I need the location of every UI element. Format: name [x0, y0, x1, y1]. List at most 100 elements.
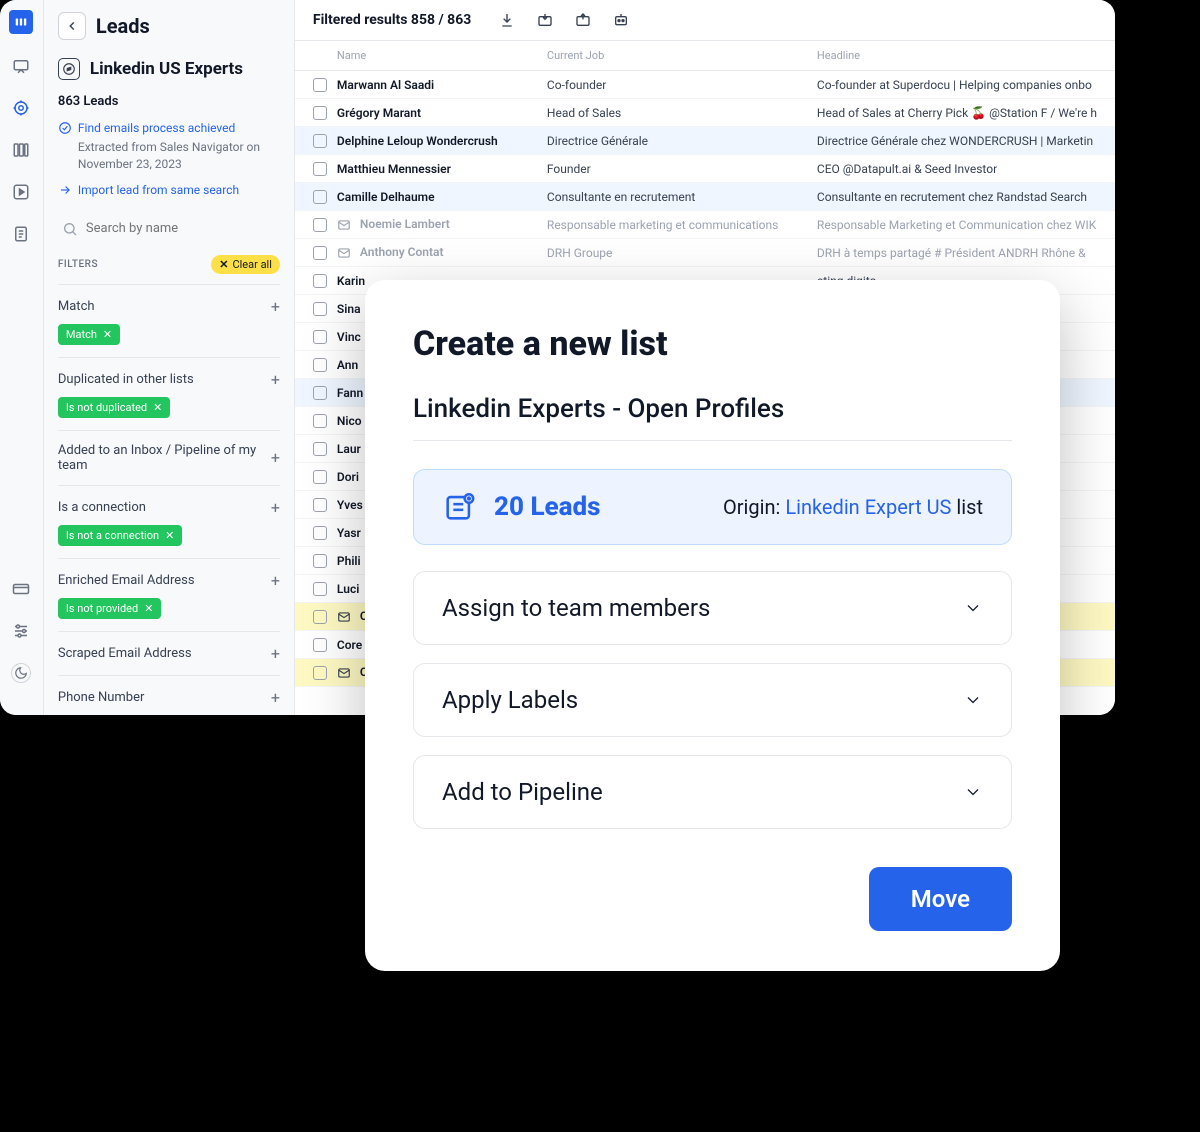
row-checkbox[interactable]: [313, 274, 327, 288]
clear-all-chip[interactable]: ✕ Clear all: [211, 255, 280, 274]
remove-tag-icon[interactable]: ✕: [165, 529, 174, 542]
plus-icon[interactable]: +: [271, 688, 280, 707]
row-checkbox[interactable]: [313, 554, 327, 568]
row-checkbox[interactable]: [313, 442, 327, 456]
import-text: Import lead from same search: [78, 183, 239, 197]
filter-row[interactable]: Duplicated in other lists+: [58, 370, 280, 389]
plus-icon[interactable]: +: [271, 370, 280, 389]
rail-columns-icon[interactable]: [11, 140, 31, 160]
row-checkbox[interactable]: [313, 358, 327, 372]
row-checkbox[interactable]: [313, 470, 327, 484]
cell-job: Co-founder: [547, 78, 817, 92]
envelope-icon: [337, 666, 351, 680]
modal-lead-count: 20 Leads: [494, 492, 600, 522]
search-input[interactable]: [86, 221, 276, 236]
filter-tag[interactable]: Match✕: [58, 324, 120, 345]
filter-row[interactable]: Phone Number+: [58, 688, 280, 707]
table-row[interactable]: Anthony ContatDRH GroupeDRH à temps part…: [295, 239, 1115, 267]
filter-row[interactable]: Added to an Inbox / Pipeline of my team+: [58, 443, 280, 473]
row-checkbox[interactable]: [313, 78, 327, 92]
cell-headline: Head of Sales at Cherry Pick 🍒 @Station …: [817, 106, 1097, 120]
filter-label: Is a connection: [58, 500, 146, 515]
table-row[interactable]: Delphine Leloup WondercrushDirectrice Gé…: [295, 127, 1115, 155]
table-row[interactable]: Noemie LambertResponsable marketing et c…: [295, 211, 1115, 239]
table-row[interactable]: Grégory MarantHead of SalesHead of Sales…: [295, 99, 1115, 127]
row-checkbox[interactable]: [313, 330, 327, 344]
rail-chat-icon[interactable]: [11, 56, 31, 76]
rail-target-icon[interactable]: [11, 98, 31, 118]
origin-text: Origin: Linkedin Expert US list: [723, 495, 983, 519]
app-logo[interactable]: [9, 10, 33, 34]
move-button[interactable]: Move: [869, 867, 1012, 931]
filter-group: Duplicated in other lists+ Is not duplica…: [58, 357, 280, 430]
filter-row[interactable]: Is a connection +: [58, 498, 280, 517]
row-checkbox[interactable]: [313, 162, 327, 176]
check-circle-icon: [58, 121, 72, 135]
row-checkbox[interactable]: [313, 190, 327, 204]
row-checkbox[interactable]: [313, 638, 327, 652]
sidebar-title: Leads: [96, 14, 150, 38]
rail-document-icon[interactable]: [11, 224, 31, 244]
download-icon[interactable]: [497, 10, 517, 30]
plus-icon[interactable]: +: [271, 297, 280, 316]
filter-row[interactable]: Scraped Email Address+: [58, 644, 280, 663]
row-checkbox[interactable]: [313, 106, 327, 120]
origin-link[interactable]: Linkedin Expert US: [785, 495, 951, 519]
row-checkbox[interactable]: [313, 246, 327, 260]
filter-label: Added to an Inbox / Pipeline of my team: [58, 443, 271, 473]
row-checkbox[interactable]: [313, 666, 327, 680]
filter-row[interactable]: Match+: [58, 297, 280, 316]
row-checkbox[interactable]: [313, 134, 327, 148]
extracted-text: Extracted from Sales Navigator on Novemb…: [78, 139, 280, 173]
apply-labels-section[interactable]: Apply Labels: [413, 663, 1012, 737]
row-checkbox[interactable]: [313, 302, 327, 316]
table-row[interactable]: Matthieu MennessierFounderCEO @Datapult.…: [295, 155, 1115, 183]
filter-row[interactable]: Enriched Email Address +: [58, 571, 280, 590]
row-checkbox[interactable]: [313, 386, 327, 400]
header-job[interactable]: Current Job: [547, 49, 817, 62]
filter-group: Match+ Match✕: [58, 284, 280, 357]
cell-name: Camille Delhaume: [337, 190, 547, 204]
row-checkbox[interactable]: [313, 414, 327, 428]
robot-icon[interactable]: [611, 10, 631, 30]
remove-tag-icon[interactable]: ✕: [153, 401, 162, 414]
row-checkbox[interactable]: [313, 610, 327, 624]
create-list-modal: Create a new list Linkedin Experts - Ope…: [365, 280, 1060, 971]
filter-tag[interactable]: Is not a connection✕: [58, 525, 182, 546]
remove-tag-icon[interactable]: ✕: [144, 602, 153, 615]
filter-group: Phone Number+: [58, 675, 280, 715]
header-name[interactable]: Name: [337, 49, 547, 62]
rail-theme-icon[interactable]: [11, 663, 31, 683]
filter-group: Is a connection + Is not a connection✕: [58, 485, 280, 558]
plus-icon[interactable]: +: [271, 498, 280, 517]
row-checkbox[interactable]: [313, 582, 327, 596]
import-link[interactable]: Import lead from same search: [58, 183, 280, 197]
back-button[interactable]: [58, 12, 86, 40]
add-pipeline-section[interactable]: Add to Pipeline: [413, 755, 1012, 829]
plus-icon[interactable]: +: [271, 448, 280, 467]
origin-box: 20 Leads Origin: Linkedin Expert US list: [413, 469, 1012, 545]
remove-tag-icon[interactable]: ✕: [103, 328, 112, 341]
filter-tag[interactable]: Is not provided✕: [58, 598, 162, 619]
rail-play-icon[interactable]: [11, 182, 31, 202]
search-row[interactable]: [58, 215, 280, 243]
rail-card-icon[interactable]: [11, 579, 31, 599]
filter-group: Enriched Email Address + Is not provided✕: [58, 558, 280, 631]
filter-tag[interactable]: Is not duplicated✕: [58, 397, 170, 418]
plus-icon[interactable]: +: [271, 644, 280, 663]
export-icon[interactable]: [535, 10, 555, 30]
table-row[interactable]: Camille DelhaumeConsultante en recruteme…: [295, 183, 1115, 211]
rail-settings-icon[interactable]: [11, 621, 31, 641]
list-name-input[interactable]: Linkedin Experts - Open Profiles: [413, 394, 1012, 441]
row-checkbox[interactable]: [313, 498, 327, 512]
table-header: Name Current Job Headline: [295, 41, 1115, 71]
table-row[interactable]: Marwann Al SaadiCo-founderCo-founder at …: [295, 71, 1115, 99]
row-checkbox[interactable]: [313, 218, 327, 232]
assign-team-section[interactable]: Assign to team members: [413, 571, 1012, 645]
achieved-text: Find emails process achieved: [78, 121, 235, 135]
row-checkbox[interactable]: [313, 526, 327, 540]
plus-icon[interactable]: +: [271, 571, 280, 590]
header-headline[interactable]: Headline: [817, 49, 1097, 62]
filter-label: Enriched Email Address: [58, 573, 195, 588]
import-icon[interactable]: [573, 10, 593, 30]
